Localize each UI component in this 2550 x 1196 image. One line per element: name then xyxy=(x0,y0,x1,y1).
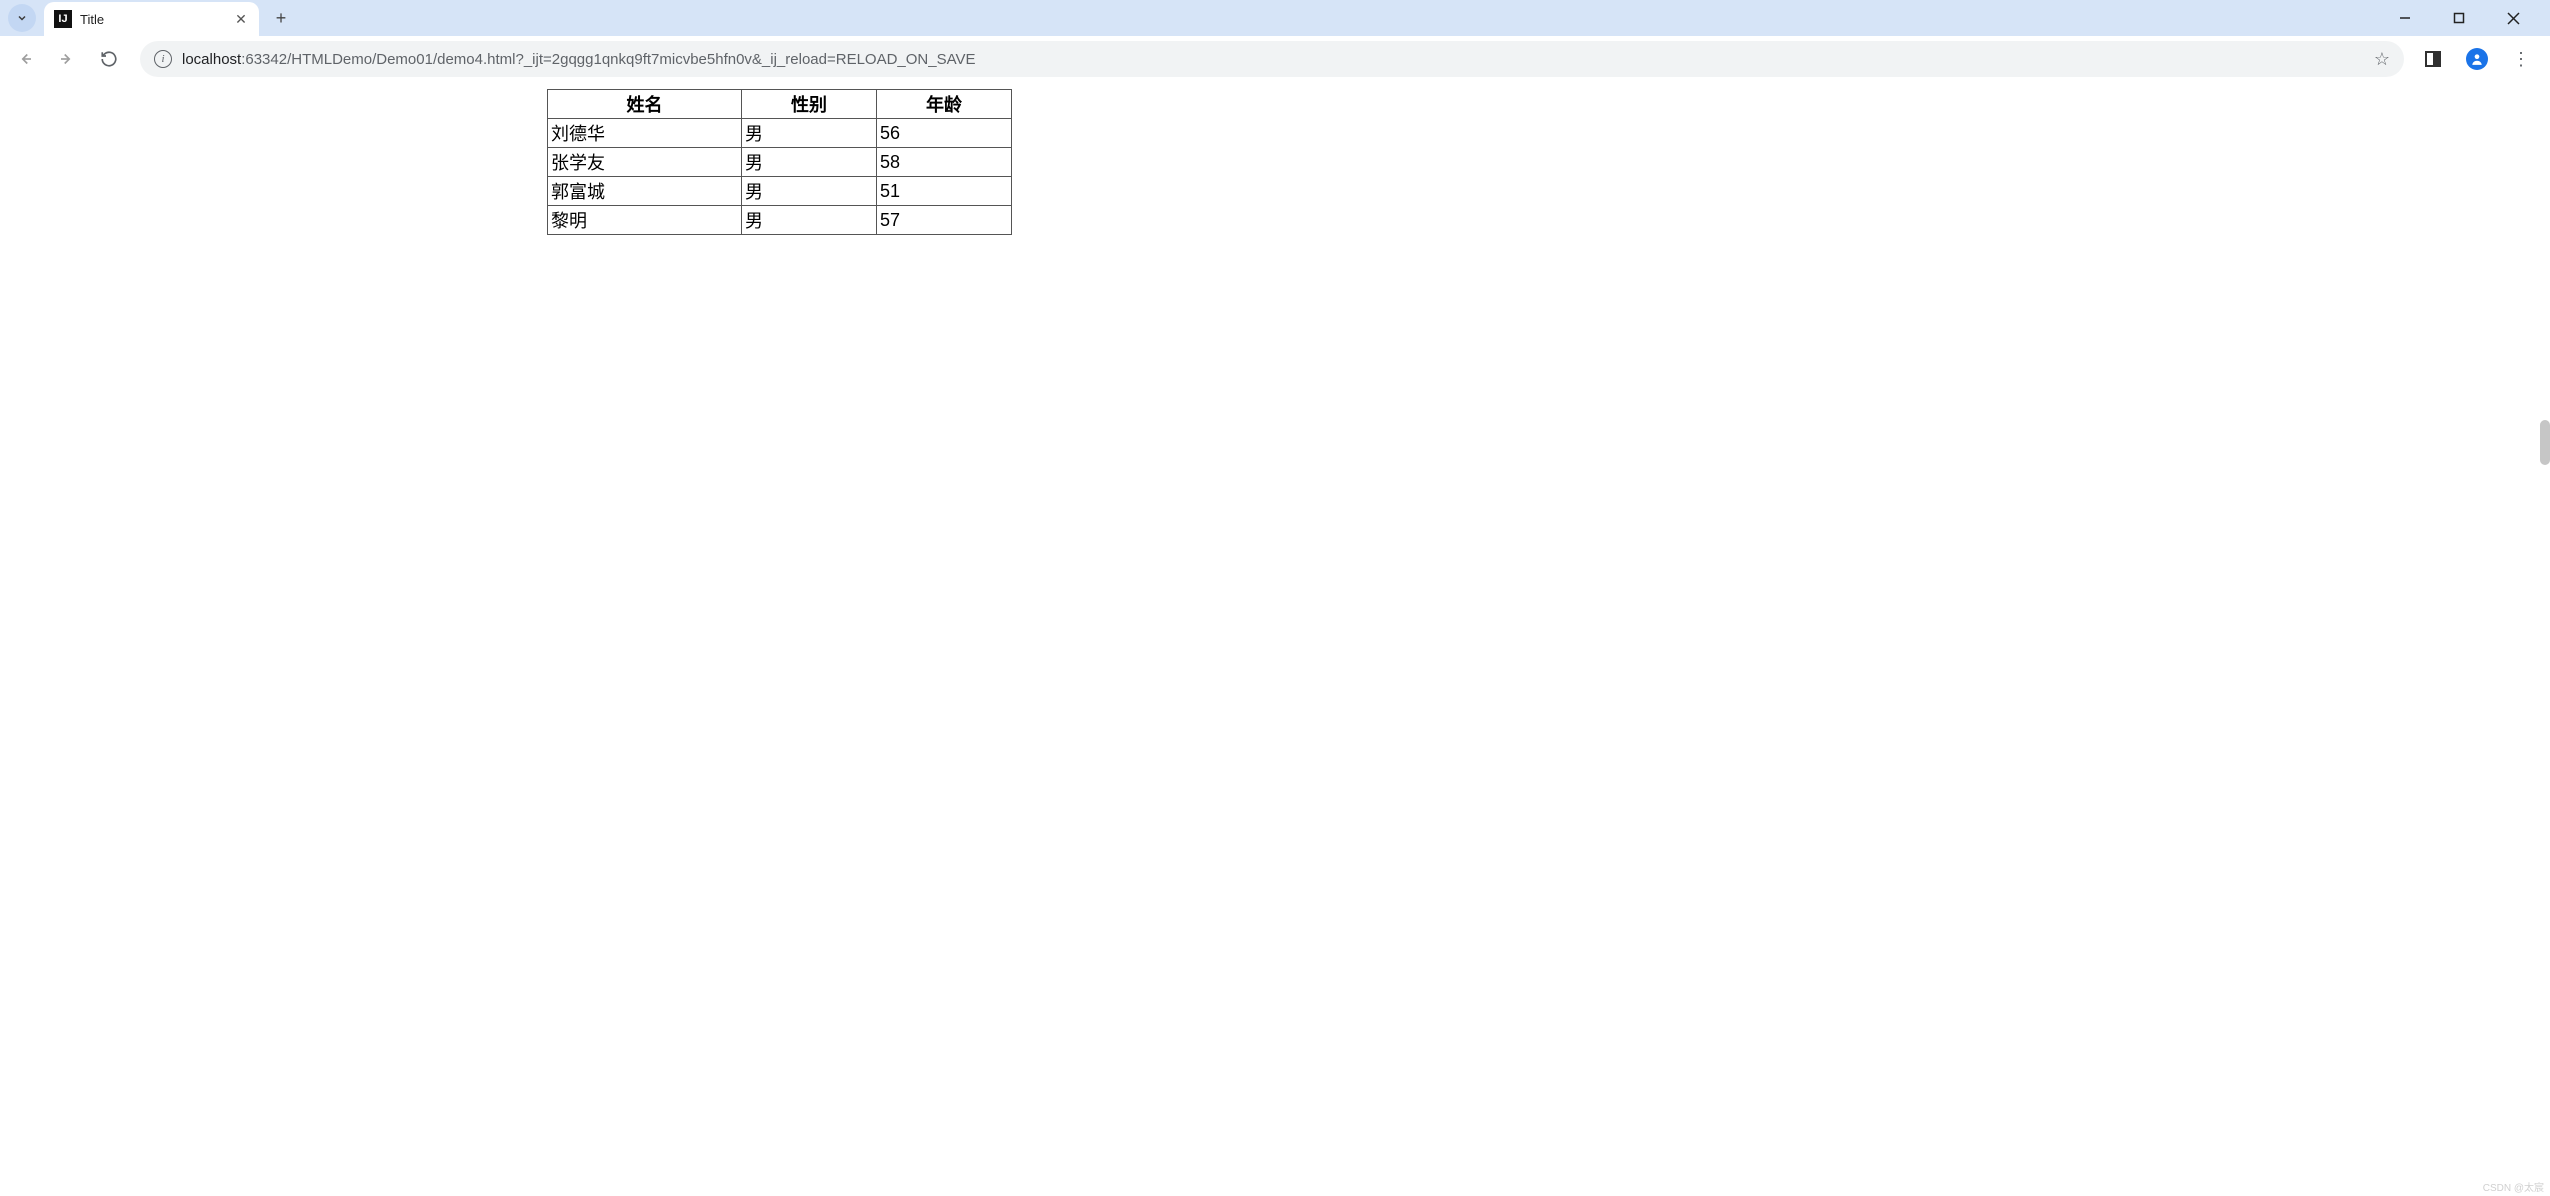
url-text: localhost:63342/HTMLDemo/Demo01/demo4.ht… xyxy=(182,51,976,68)
header-name: 姓名 xyxy=(548,90,742,119)
table-header-row: 姓名 性别 年龄 xyxy=(548,90,1012,119)
search-tabs-button[interactable] xyxy=(8,4,36,32)
bookmark-star-icon[interactable]: ☆ xyxy=(2374,49,2390,70)
url-path: :63342/HTMLDemo/Demo01/demo4.html?_ijt=2… xyxy=(241,51,975,68)
maximize-button[interactable] xyxy=(2444,3,2474,33)
back-button[interactable] xyxy=(8,42,42,76)
minimize-button[interactable] xyxy=(2390,3,2420,33)
cell-age: 58 xyxy=(877,148,1012,177)
table-row: 黎明 男 57 xyxy=(548,206,1012,235)
site-info-icon[interactable]: i xyxy=(154,50,172,68)
tab-strip: IJ Title ✕ + xyxy=(0,0,2550,36)
cell-age: 56 xyxy=(877,119,1012,148)
browser-chrome: IJ Title ✕ + i localhost: xyxy=(0,0,2550,82)
table-row: 刘德华 男 56 xyxy=(548,119,1012,148)
toolbar: i localhost:63342/HTMLDemo/Demo01/demo4.… xyxy=(0,36,2550,82)
url-host: localhost xyxy=(182,51,241,68)
more-menu-button[interactable]: ⋮ xyxy=(2506,44,2536,74)
page-content: 姓名 性别 年龄 刘德华 男 56 张学友 男 58 郭富城 男 51 黎明 xyxy=(0,82,2550,235)
cell-name: 黎明 xyxy=(548,206,742,235)
reload-button[interactable] xyxy=(92,42,126,76)
address-bar[interactable]: i localhost:63342/HTMLDemo/Demo01/demo4.… xyxy=(140,41,2404,77)
browser-tab-active[interactable]: IJ Title ✕ xyxy=(44,2,259,36)
profile-avatar-icon xyxy=(2466,48,2488,70)
tab-title: Title xyxy=(80,12,225,27)
close-tab-button[interactable]: ✕ xyxy=(233,11,249,27)
cell-name: 郭富城 xyxy=(548,177,742,206)
cell-name: 刘德华 xyxy=(548,119,742,148)
cell-gender: 男 xyxy=(742,177,877,206)
new-tab-button[interactable]: + xyxy=(267,4,295,32)
header-age: 年龄 xyxy=(877,90,1012,119)
cell-gender: 男 xyxy=(742,206,877,235)
header-gender: 性别 xyxy=(742,90,877,119)
watermark-text: CSDN @太宸 xyxy=(2483,1179,2544,1194)
window-controls xyxy=(2390,0,2550,36)
table-row: 郭富城 男 51 xyxy=(548,177,1012,206)
cell-gender: 男 xyxy=(742,119,877,148)
forward-button[interactable] xyxy=(50,42,84,76)
side-panel-icon xyxy=(2425,51,2441,67)
tab-favicon-icon: IJ xyxy=(54,10,72,28)
cell-gender: 男 xyxy=(742,148,877,177)
data-table: 姓名 性别 年龄 刘德华 男 56 张学友 男 58 郭富城 男 51 黎明 xyxy=(547,89,1012,235)
toolbar-right: ⋮ xyxy=(2418,44,2542,74)
close-window-button[interactable] xyxy=(2498,3,2528,33)
side-panel-button[interactable] xyxy=(2418,44,2448,74)
cell-name: 张学友 xyxy=(548,148,742,177)
profile-button[interactable] xyxy=(2462,44,2492,74)
cell-age: 57 xyxy=(877,206,1012,235)
cell-age: 51 xyxy=(877,177,1012,206)
scrollbar-thumb[interactable] xyxy=(2540,420,2550,465)
table-row: 张学友 男 58 xyxy=(548,148,1012,177)
